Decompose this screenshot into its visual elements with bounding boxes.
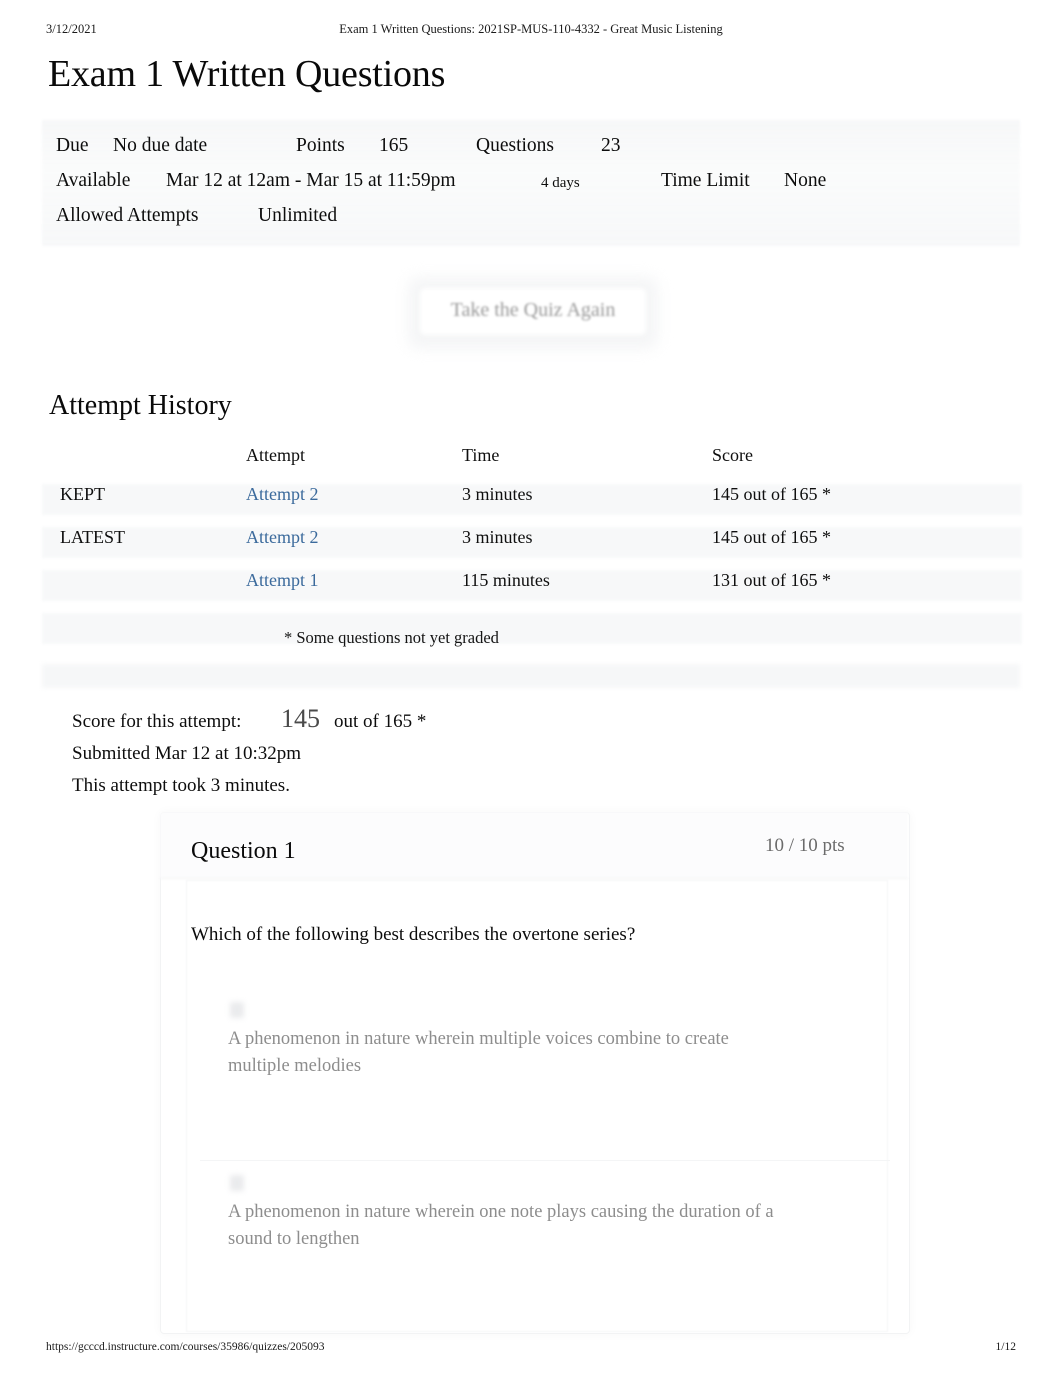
- attempt-duration: This attempt took 3 minutes.: [72, 775, 290, 796]
- questions-label: Questions: [476, 135, 554, 156]
- print-footer: https://gcccd.instructure.com/courses/35…: [0, 1341, 1062, 1359]
- attempt-score-block: Score for this attempt: 145 out of 165 *…: [72, 704, 772, 802]
- available-value: Mar 12 at 12am - Mar 15 at 11:59pm: [166, 170, 456, 191]
- attempt-link[interactable]: Attempt 2: [246, 484, 319, 505]
- points-label: Points: [296, 135, 345, 156]
- column-header-time: Time: [462, 445, 500, 465]
- row-score: 145 out of 165 *: [712, 484, 831, 504]
- page-title: Exam 1 Written Questions: [48, 53, 446, 95]
- row-kept-flag: LATEST: [60, 527, 125, 547]
- table-row: KEPT Attempt 2 3 minutes 145 out of 165 …: [42, 484, 1022, 527]
- due-label: Due: [56, 135, 89, 156]
- row-score: 131 out of 165 *: [712, 570, 831, 590]
- table-header-row: Attempt Time Score: [42, 445, 1022, 484]
- footer-page-number: 1/12: [995, 1341, 1016, 1353]
- submitted-timestamp: Submitted Mar 12 at 10:32pm: [72, 743, 302, 764]
- score-label: Score for this attempt:: [72, 711, 242, 732]
- due-value: No due date: [113, 135, 208, 156]
- allowed-attempts-value: Unlimited: [258, 205, 338, 226]
- row-time: 3 minutes: [462, 527, 533, 547]
- quiz-meta-row-available: Available Mar 12 at 12am - Mar 15 at 11:…: [56, 163, 1016, 198]
- print-header-title: Exam 1 Written Questions: 2021SP-MUS-110…: [339, 22, 723, 36]
- column-header-attempt: Attempt: [246, 445, 305, 465]
- take-quiz-again-label: Take the Quiz Again: [450, 299, 616, 321]
- section-divider-band: [42, 664, 1020, 688]
- take-quiz-again-button[interactable]: Take the Quiz Again: [408, 277, 658, 349]
- question-title: Question 1: [191, 838, 296, 864]
- score-line: Score for this attempt: 145 out of 165 *: [72, 704, 772, 738]
- score-out-of: out of 165 *: [334, 711, 427, 732]
- questions-value: 23: [601, 135, 621, 156]
- radio-button-icon[interactable]: [230, 1175, 244, 1191]
- available-duration: 4 days: [541, 175, 580, 191]
- radio-button-icon[interactable]: [230, 1002, 244, 1018]
- quiz-meta-row-attempts: Allowed Attempts Unlimited: [56, 198, 1016, 233]
- ungraded-note: * Some questions not yet graded: [284, 628, 499, 647]
- footer-url: https://gcccd.instructure.com/courses/35…: [46, 1341, 325, 1353]
- question-prompt: Which of the following best describes th…: [191, 924, 636, 945]
- available-label: Available: [56, 170, 131, 191]
- attempt-history-title: Attempt History: [49, 390, 232, 421]
- points-value: 165: [379, 135, 409, 156]
- print-header: 3/12/2021 Exam 1 Written Questions: 2021…: [0, 22, 1062, 42]
- score-value: 145: [281, 704, 320, 733]
- allowed-attempts-label: Allowed Attempts: [56, 205, 199, 226]
- answer-list: A phenomenon in nature wherein multiple …: [200, 988, 890, 1333]
- row-time: 3 minutes: [462, 484, 533, 504]
- question-points: 10 / 10 pts: [765, 835, 845, 856]
- quiz-meta-row-due: Due No due date Points 165 Questions 23: [56, 128, 1016, 163]
- answer-text: A phenomenon in nature wherein multiple …: [228, 1029, 729, 1076]
- column-header-score: Score: [712, 445, 753, 465]
- answer-option[interactable]: A phenomenon in nature wherein multiple …: [200, 988, 890, 1160]
- time-limit-label: Time Limit: [661, 170, 750, 191]
- time-limit-value: None: [784, 170, 827, 191]
- row-band: [42, 613, 1022, 644]
- row-score: 145 out of 165 *: [712, 527, 831, 547]
- attempt-link[interactable]: Attempt 1: [246, 570, 319, 591]
- table-row: LATEST Attempt 2 3 minutes 145 out of 16…: [42, 527, 1022, 570]
- row-time: 115 minutes: [462, 570, 550, 590]
- row-kept-flag: KEPT: [60, 484, 105, 504]
- table-row: Attempt 1 115 minutes 131 out of 165 *: [42, 570, 1022, 613]
- answer-text: A phenomenon in nature wherein one note …: [228, 1202, 774, 1249]
- attempt-link[interactable]: Attempt 2: [246, 527, 319, 548]
- quiz-meta: Due No due date Points 165 Questions 23 …: [56, 128, 1016, 233]
- answer-option[interactable]: A phenomenon in nature wherein one note …: [200, 1160, 890, 1333]
- attempt-history-table: Attempt Time Score KEPT Attempt 2 3 minu…: [42, 445, 1022, 644]
